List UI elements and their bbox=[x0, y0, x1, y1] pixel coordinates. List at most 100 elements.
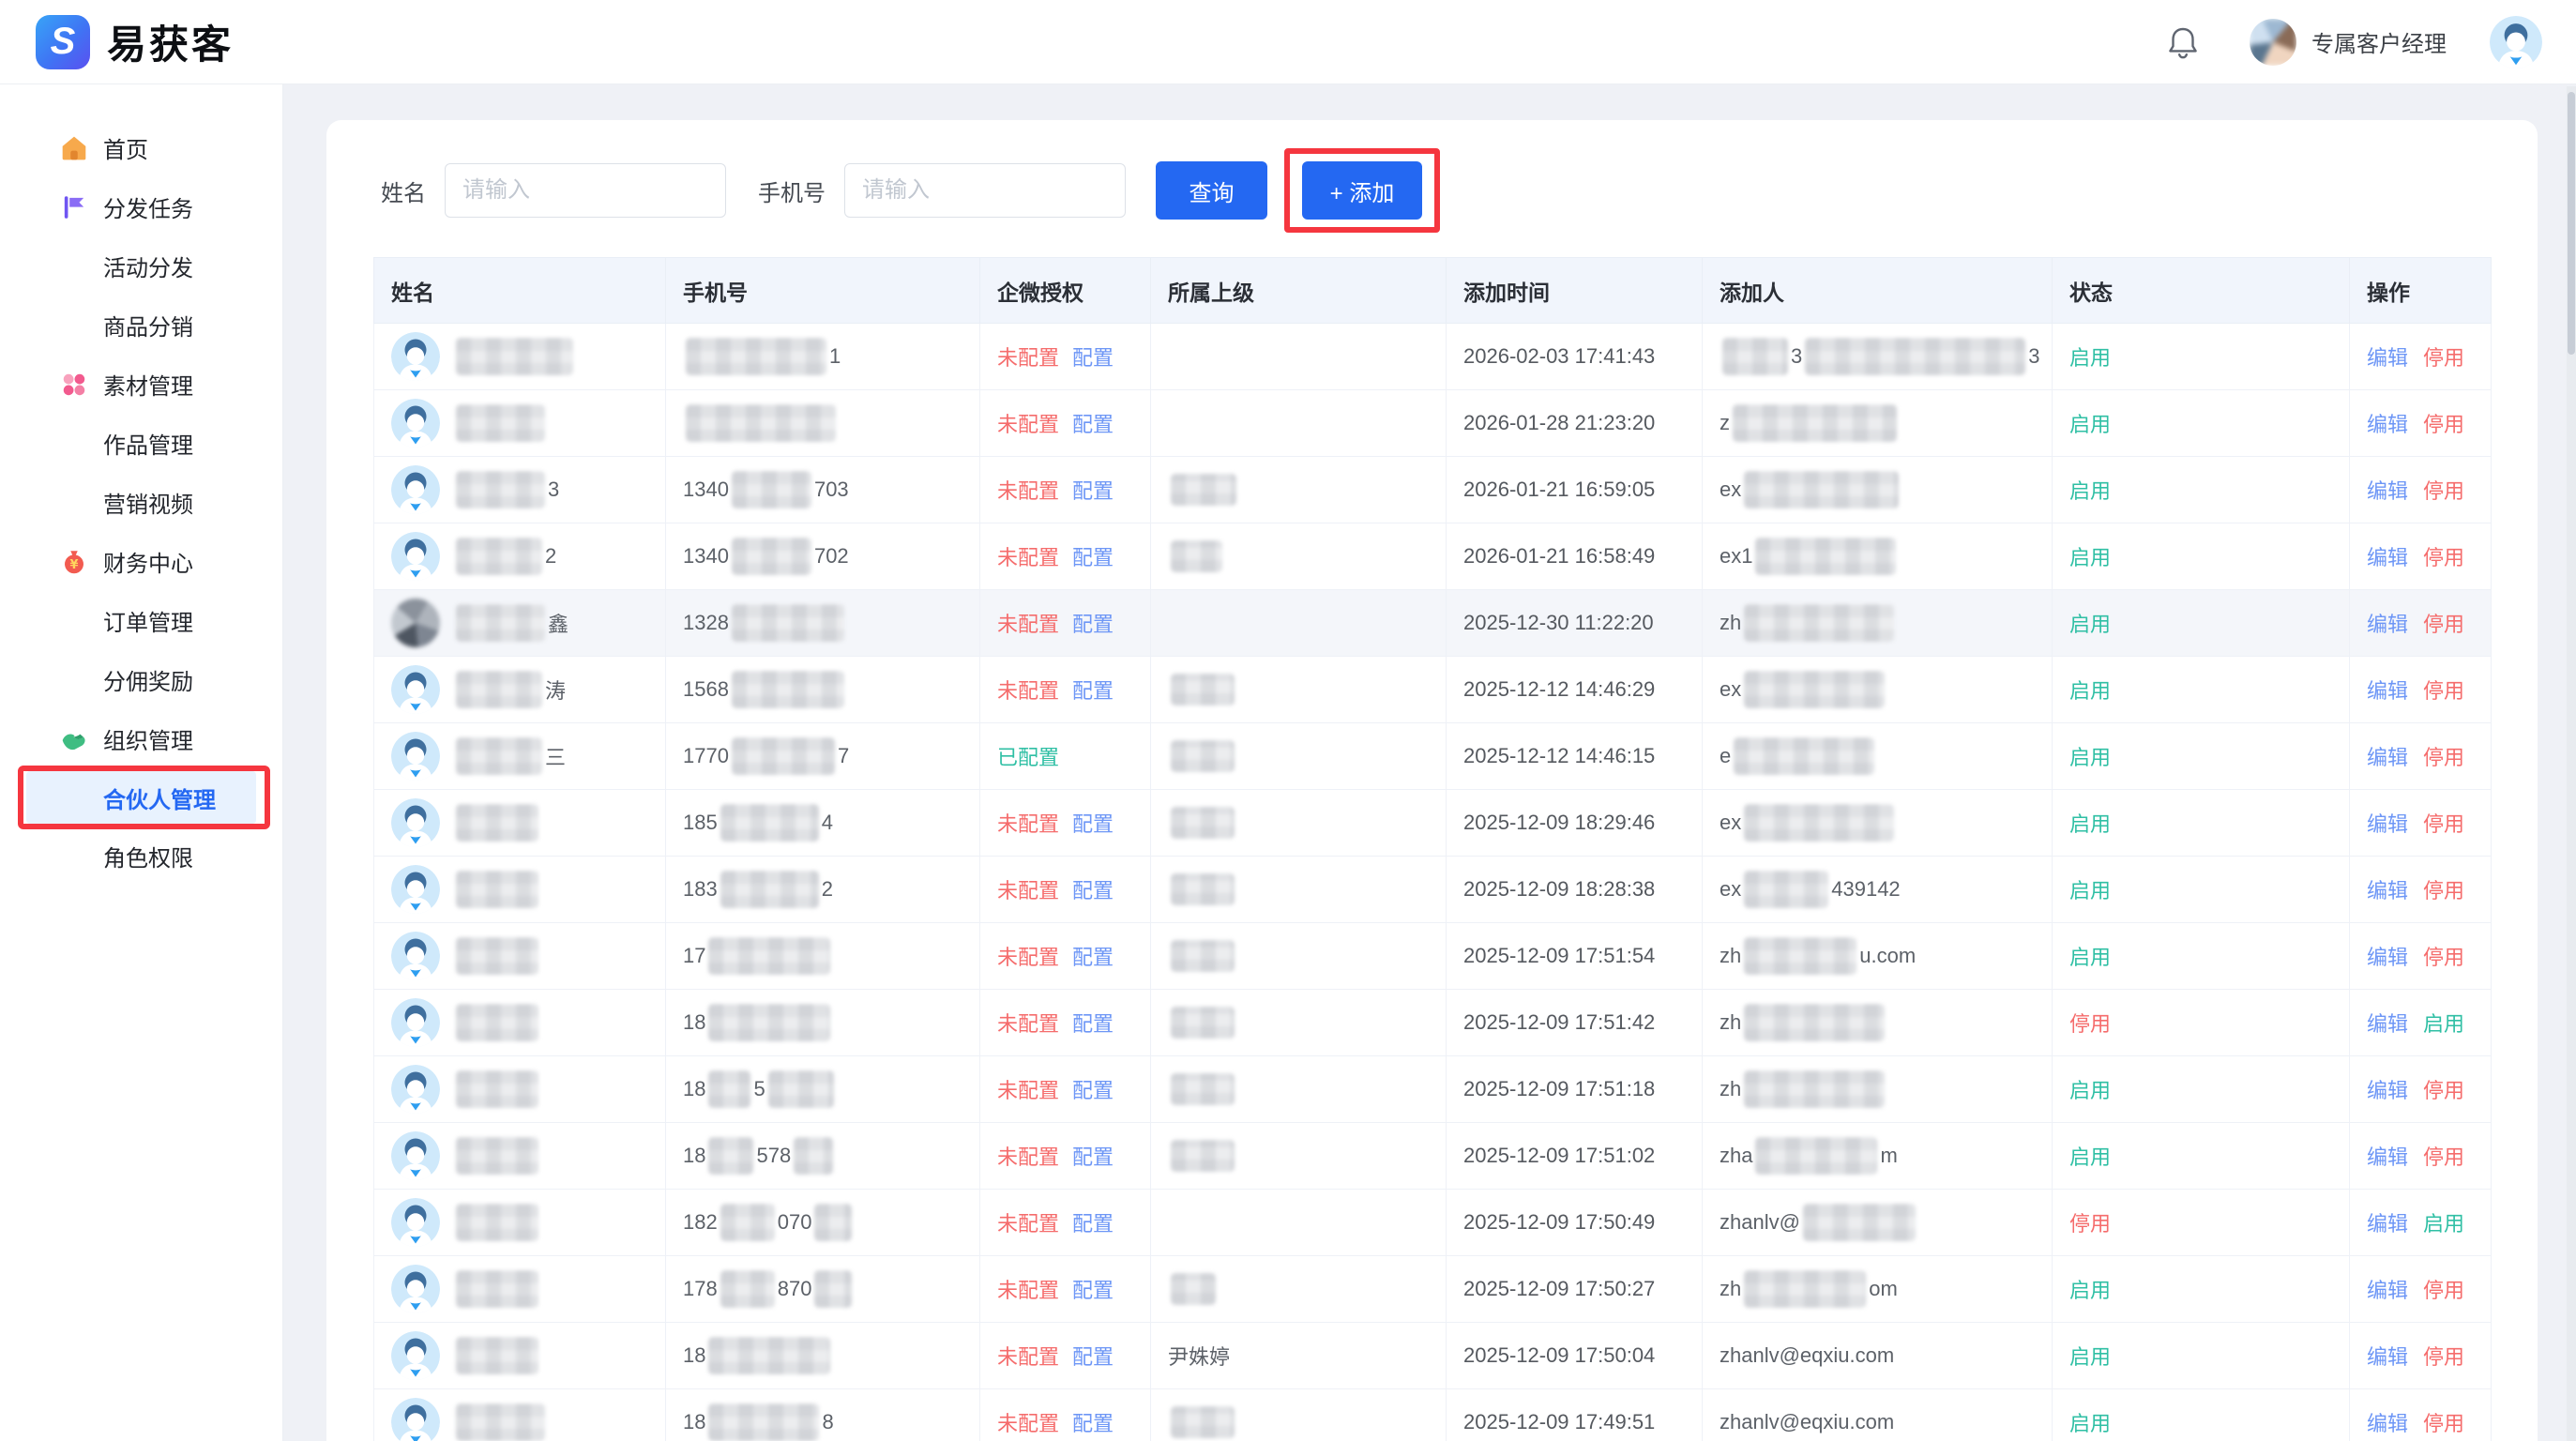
sidebar-item-marketing-video[interactable]: 营销视频 bbox=[0, 473, 282, 532]
cell-name: 鑫 bbox=[374, 590, 666, 657]
configure-link[interactable]: 配置 bbox=[1072, 613, 1114, 636]
edit-link[interactable]: 编辑 bbox=[2367, 413, 2408, 436]
edit-link[interactable]: 编辑 bbox=[2367, 879, 2408, 903]
disable-link[interactable]: 停用 bbox=[2423, 1412, 2464, 1435]
sidebar-item-finance-center[interactable]: ¥财务中心 bbox=[0, 532, 282, 591]
redacted-text bbox=[732, 737, 835, 775]
cell-text: 185 bbox=[683, 811, 718, 835]
cell-wechat: 未配置配置 bbox=[980, 1389, 1151, 1441]
redacted-text bbox=[1171, 940, 1235, 972]
configure-link[interactable]: 配置 bbox=[1072, 879, 1114, 903]
wechat-not-configured-status: 未配置 bbox=[997, 1212, 1059, 1236]
disable-link[interactable]: 停用 bbox=[2423, 1279, 2464, 1302]
annotation-box-add-button: + 添加 bbox=[1284, 148, 1440, 233]
scrollbar-thumb[interactable] bbox=[2568, 92, 2575, 355]
cell-text: 2 bbox=[822, 877, 833, 902]
configure-link[interactable]: 配置 bbox=[1072, 1412, 1114, 1435]
add-time: 2025-12-09 17:50:04 bbox=[1463, 1343, 1655, 1367]
cell-wechat: 未配置配置 bbox=[980, 1190, 1151, 1256]
manager-account[interactable]: 专属客户经理 bbox=[2250, 19, 2447, 66]
edit-link[interactable]: 编辑 bbox=[2367, 479, 2408, 503]
configure-link[interactable]: 配置 bbox=[1072, 1012, 1114, 1036]
scrollbar-track[interactable] bbox=[2567, 86, 2576, 1441]
cell-status: 启用 bbox=[2053, 657, 2350, 723]
edit-link[interactable]: 编辑 bbox=[2367, 546, 2408, 569]
cell-text: 7 bbox=[838, 744, 849, 768]
wechat-not-configured-status: 未配置 bbox=[997, 946, 1059, 969]
user-avatar[interactable] bbox=[2490, 16, 2542, 68]
configure-link[interactable]: 配置 bbox=[1072, 1079, 1114, 1102]
edit-link[interactable]: 编辑 bbox=[2367, 1345, 2408, 1369]
enable-link[interactable]: 启用 bbox=[2423, 1212, 2464, 1236]
configure-link[interactable]: 配置 bbox=[1072, 679, 1114, 703]
sidebar-item-product-distribution[interactable]: 商品分销 bbox=[0, 296, 282, 355]
edit-link[interactable]: 编辑 bbox=[2367, 1412, 2408, 1435]
edit-link[interactable]: 编辑 bbox=[2367, 613, 2408, 636]
cell-text: 439142 bbox=[1831, 877, 1900, 902]
notification-bell-icon[interactable] bbox=[2165, 24, 2201, 60]
sidebar-item-organization-management[interactable]: 组织管理 bbox=[0, 709, 282, 768]
sidebar-item-material-management[interactable]: 素材管理 bbox=[0, 355, 282, 414]
configure-link[interactable]: 配置 bbox=[1072, 479, 1114, 503]
configure-link[interactable]: 配置 bbox=[1072, 946, 1114, 969]
disable-link[interactable]: 停用 bbox=[2423, 613, 2464, 636]
material-management-icon bbox=[60, 371, 88, 399]
wechat-configured-status: 已配置 bbox=[997, 746, 1059, 769]
configure-link[interactable]: 配置 bbox=[1072, 1279, 1114, 1302]
disable-link[interactable]: 停用 bbox=[2423, 679, 2464, 703]
disable-link[interactable]: 停用 bbox=[2423, 812, 2464, 836]
configure-link[interactable]: 配置 bbox=[1072, 812, 1114, 836]
sidebar-item-role-permission[interactable]: 角色权限 bbox=[0, 827, 282, 886]
search-button[interactable]: 查询 bbox=[1156, 161, 1267, 220]
configure-link[interactable]: 配置 bbox=[1072, 1345, 1114, 1369]
sidebar-item-partner-management[interactable]: 合伙人管理 bbox=[0, 771, 282, 824]
edit-link[interactable]: 编辑 bbox=[2367, 1012, 2408, 1036]
disable-link[interactable]: 停用 bbox=[2423, 546, 2464, 569]
sidebar-item-distribute-tasks[interactable]: 分发任务 bbox=[0, 177, 282, 236]
sidebar-item-home[interactable]: 首页 bbox=[0, 118, 282, 177]
disable-link[interactable]: 停用 bbox=[2423, 946, 2464, 969]
redacted-text bbox=[732, 671, 844, 708]
configure-link[interactable]: 配置 bbox=[1072, 1145, 1114, 1169]
partner-table-wrap: 姓名手机号企微授权所属上级添加时间添加人状态操作 1未配置配置2026-02-0… bbox=[373, 257, 2491, 1441]
disable-link[interactable]: 停用 bbox=[2423, 413, 2464, 436]
edit-link[interactable]: 编辑 bbox=[2367, 946, 2408, 969]
sidebar-item-commission-reward[interactable]: 分佣奖励 bbox=[0, 650, 282, 709]
column-header-wechat: 企微授权 bbox=[980, 258, 1151, 324]
disable-link[interactable]: 停用 bbox=[2423, 1345, 2464, 1369]
disable-link[interactable]: 停用 bbox=[2423, 1145, 2464, 1169]
edit-link[interactable]: 编辑 bbox=[2367, 746, 2408, 769]
sidebar-item-works-management[interactable]: 作品管理 bbox=[0, 414, 282, 473]
edit-link[interactable]: 编辑 bbox=[2367, 1279, 2408, 1302]
cell-status: 启用 bbox=[2053, 1323, 2350, 1389]
configure-link[interactable]: 配置 bbox=[1072, 1212, 1114, 1236]
cell-adder: e bbox=[1703, 723, 2053, 790]
disable-link[interactable]: 停用 bbox=[2423, 346, 2464, 370]
disable-link[interactable]: 停用 bbox=[2423, 879, 2464, 903]
edit-link[interactable]: 编辑 bbox=[2367, 812, 2408, 836]
edit-link[interactable]: 编辑 bbox=[2367, 1212, 2408, 1236]
edit-link[interactable]: 编辑 bbox=[2367, 346, 2408, 370]
name-filter-input[interactable] bbox=[445, 163, 726, 218]
disable-link[interactable]: 停用 bbox=[2423, 1079, 2464, 1102]
edit-link[interactable]: 编辑 bbox=[2367, 679, 2408, 703]
disable-link[interactable]: 停用 bbox=[2423, 746, 2464, 769]
column-header-phone: 手机号 bbox=[666, 258, 980, 324]
configure-link[interactable]: 配置 bbox=[1072, 413, 1114, 436]
cell-time: 2025-12-09 17:50:49 bbox=[1447, 1190, 1703, 1256]
disable-link[interactable]: 停用 bbox=[2423, 479, 2464, 503]
status-enabled: 启用 bbox=[2069, 879, 2111, 903]
add-button[interactable]: + 添加 bbox=[1302, 161, 1422, 220]
sidebar-item-activity-distribution[interactable]: 活动分发 bbox=[0, 236, 282, 296]
cell-wechat: 未配置配置 bbox=[980, 1056, 1151, 1123]
configure-link[interactable]: 配置 bbox=[1072, 346, 1114, 370]
configure-link[interactable]: 配置 bbox=[1072, 546, 1114, 569]
cell-phone: 17707 bbox=[666, 723, 980, 790]
enable-link[interactable]: 启用 bbox=[2423, 1012, 2464, 1036]
sidebar-item-order-management[interactable]: 订单管理 bbox=[0, 591, 282, 650]
cell-phone: 1 bbox=[666, 324, 980, 390]
edit-link[interactable]: 编辑 bbox=[2367, 1145, 2408, 1169]
column-header-ops: 操作 bbox=[2350, 258, 2492, 324]
edit-link[interactable]: 编辑 bbox=[2367, 1079, 2408, 1102]
phone-filter-input[interactable] bbox=[844, 163, 1126, 218]
